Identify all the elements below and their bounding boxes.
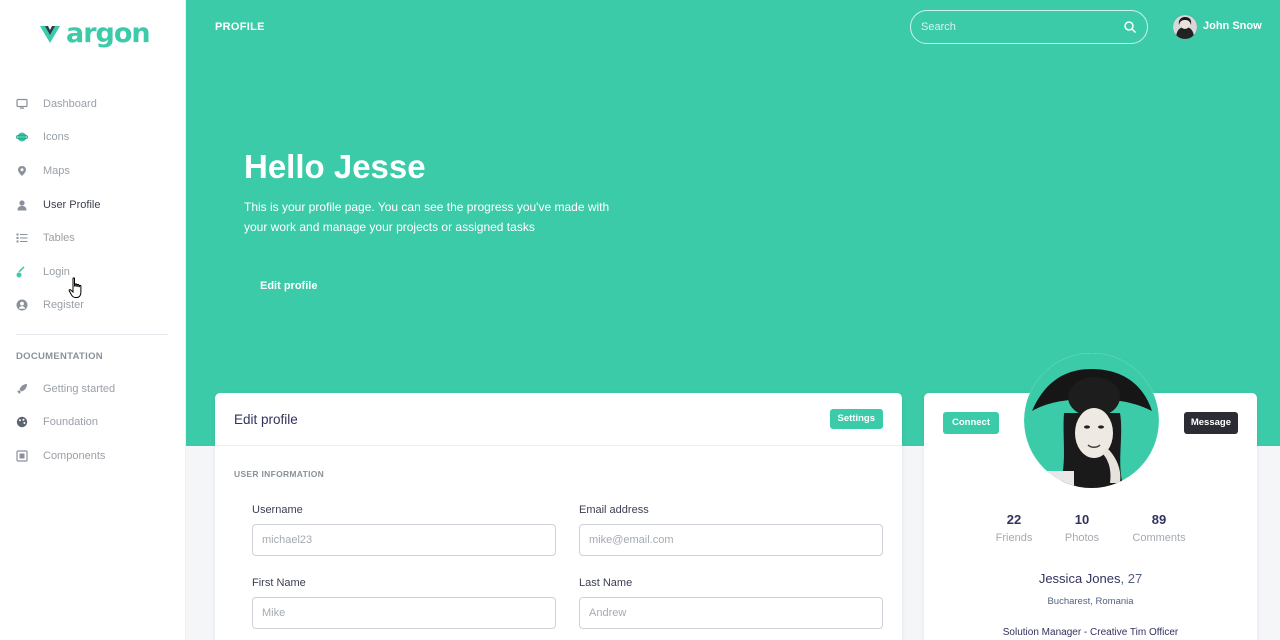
stat-label: Comments [1132, 532, 1186, 544]
sidebar-divider [16, 334, 168, 335]
edit-profile-card: Edit profile Settings USER INFORMATION U… [215, 393, 902, 640]
components-icon [16, 450, 28, 462]
stat-photos: 10 Photos [1042, 512, 1122, 544]
edit-profile-button[interactable]: Edit profile [260, 280, 317, 292]
connect-button[interactable]: Connect [943, 412, 999, 434]
circle-user-icon [16, 299, 28, 311]
card-title: Edit profile [234, 412, 298, 427]
sidebar-item-label: Components [43, 449, 106, 462]
sidebar-item-label: Tables [43, 232, 75, 245]
user-icon [16, 199, 28, 211]
search-icon[interactable] [1123, 20, 1137, 34]
pin-icon [16, 165, 28, 177]
last-name-label: Last Name [579, 577, 633, 589]
settings-button[interactable]: Settings [829, 409, 883, 429]
sidebar-item-register[interactable]: Register [0, 289, 186, 323]
search-input[interactable] [921, 19, 1111, 35]
email-field[interactable] [579, 524, 883, 556]
card-divider [215, 445, 902, 446]
monitor-icon [16, 98, 28, 110]
profile-age: , 27 [1120, 571, 1143, 586]
sidebar-item-tables[interactable]: Tables [0, 221, 186, 255]
hero-description: This is your profile page. You can see t… [244, 200, 610, 234]
stat-label: Photos [1064, 532, 1100, 544]
avatar[interactable] [1173, 15, 1197, 39]
search-box[interactable] [910, 10, 1148, 44]
sidebar-item-label: Register [43, 299, 84, 312]
stat-value: 89 [1151, 512, 1167, 527]
documentation-heading: DOCUMENTATION [16, 351, 103, 362]
page-title: PROFILE [215, 21, 265, 33]
sidebar-item-label: Maps [43, 164, 70, 177]
profile-location: Bucharest, Romania [1047, 596, 1134, 607]
planet-icon [16, 131, 28, 143]
sidebar-item-user-profile[interactable]: User Profile [0, 188, 186, 222]
brand-logo[interactable]: argon [40, 18, 151, 49]
profile-photo[interactable] [1024, 353, 1159, 488]
key-icon [16, 266, 28, 278]
vue-logo-icon [40, 25, 60, 43]
sidebar-item-maps[interactable]: Maps [0, 154, 186, 188]
sidebar-item-label: Dashboard [43, 97, 97, 110]
stat-value: 10 [1074, 512, 1090, 527]
username-label: Username [252, 504, 303, 516]
profile-name: Jessica Jones, 27 [924, 571, 1257, 586]
palette-icon [16, 416, 28, 428]
profile-name-text: Jessica Jones [1038, 571, 1121, 586]
brand-name: argon [66, 18, 151, 49]
greeting-heading: Hello Jesse [244, 148, 426, 185]
user-information-heading: USER INFORMATION [234, 469, 325, 479]
sidebar-item-label: Login [43, 265, 70, 278]
mouse-pointer-icon [68, 277, 82, 298]
last-name-field[interactable] [579, 597, 883, 629]
stat-comments: 89 Comments [1119, 512, 1199, 544]
sidebar-nav: Dashboard Icons Maps User Profile Tables [0, 87, 186, 322]
sidebar: argon Dashboard Icons Maps User Profile [0, 0, 186, 640]
list-icon [16, 232, 28, 244]
sidebar-item-label: Getting started [43, 382, 116, 395]
email-label: Email address [579, 504, 649, 516]
sidebar-item-getting-started[interactable]: Getting started [0, 372, 186, 406]
profile-job: Solution Manager - Creative Tim Officer [1002, 627, 1179, 638]
documentation-nav: Getting started Foundation Components [0, 372, 186, 473]
first-name-field[interactable] [252, 597, 556, 629]
sidebar-item-components[interactable]: Components [0, 439, 186, 473]
first-name-label: First Name [252, 577, 306, 589]
sidebar-item-dashboard[interactable]: Dashboard [0, 87, 186, 121]
sidebar-item-label: Foundation [43, 416, 99, 429]
user-name[interactable]: John Snow [1203, 20, 1262, 32]
sidebar-item-label: Icons [43, 131, 70, 144]
sidebar-item-foundation[interactable]: Foundation [0, 406, 186, 440]
sidebar-item-label: User Profile [43, 198, 101, 211]
sidebar-item-login[interactable]: Login [0, 255, 186, 289]
sidebar-item-icons[interactable]: Icons [0, 121, 186, 155]
username-field[interactable] [252, 524, 556, 556]
message-button[interactable]: Message [1183, 412, 1238, 434]
rocket-icon [16, 383, 28, 395]
